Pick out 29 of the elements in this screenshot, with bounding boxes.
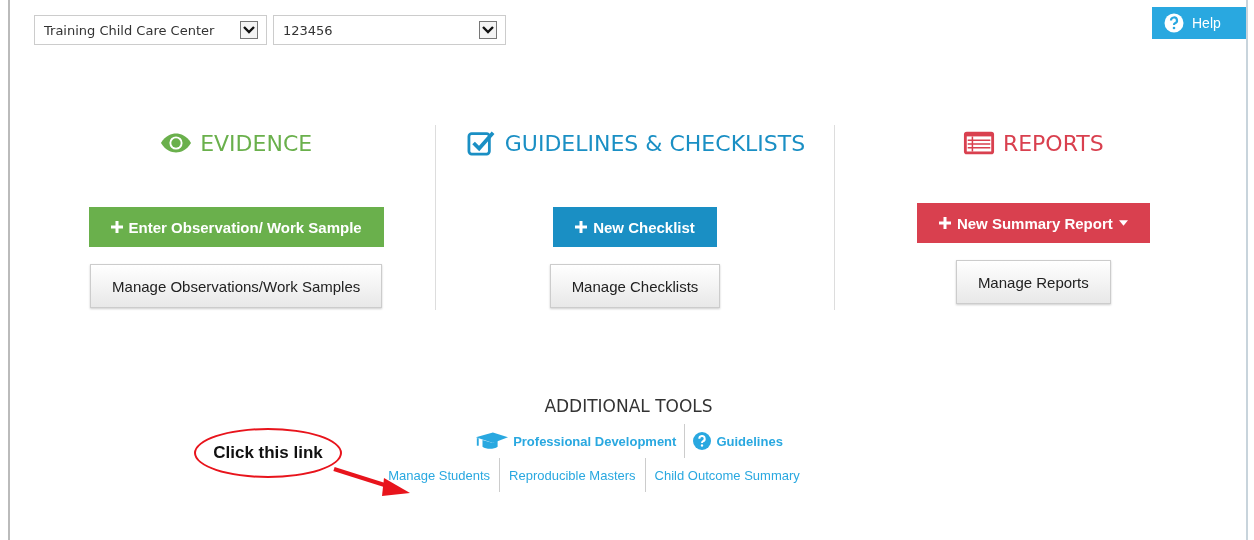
primary-button[interactable]: New Summary Report [916,203,1150,243]
question-icon [693,432,712,450]
help-button[interactable]: Help [1152,7,1246,39]
plus-icon [575,221,588,233]
tool-link[interactable]: Professional Development [466,424,685,458]
section-title: EVIDENCE [200,130,313,156]
tool-link[interactable]: Guidelines [684,424,791,458]
tool-link[interactable]: Child Outcome Summary [644,458,809,492]
list-icon [962,130,995,156]
manage-button[interactable]: Manage Reports [955,260,1111,304]
section-title: REPORTS [1002,130,1104,156]
primary-button[interactable]: New Checklist [553,207,717,247]
manage-button[interactable]: Manage Checklists [549,264,721,308]
section-title: GUIDELINES & CHECKLISTS [504,130,806,156]
chevron-icon [479,21,497,39]
tool-link[interactable]: Manage Students [379,458,500,492]
chevron-icon [240,21,258,39]
caret-icon [1118,220,1128,226]
dropdown-field[interactable]: Training Child Care Center [34,15,267,45]
callout-ellipse: Click this link [194,428,342,478]
section-title: ADDITIONAL TOOLS [544,396,713,416]
plus-icon [938,217,951,229]
graduation-cap-icon [474,431,509,451]
manage-button[interactable]: Manage Observations/Work Samples [90,264,383,308]
question-icon [1164,13,1184,33]
tool-link[interactable]: Reproducible Masters [499,458,645,492]
plus-icon [110,221,123,233]
dropdown-field[interactable]: 123456 [273,15,506,45]
primary-button[interactable]: Enter Observation/ Work Sample [88,207,384,247]
